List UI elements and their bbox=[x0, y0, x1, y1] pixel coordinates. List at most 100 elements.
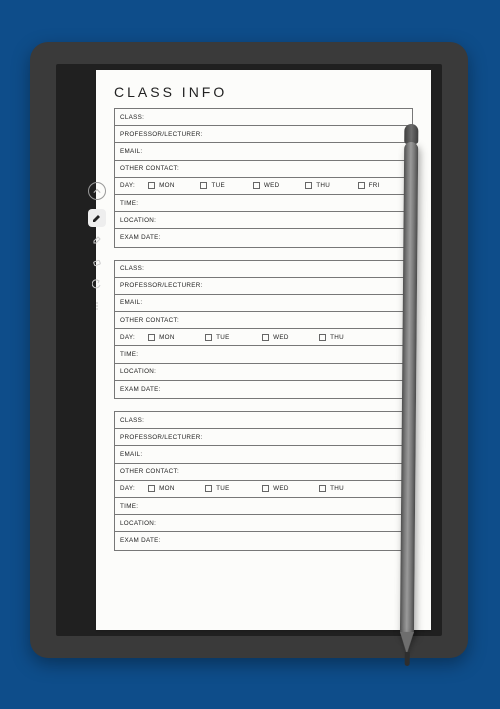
day-option-tue[interactable]: TUE bbox=[200, 182, 249, 189]
class-label: CLASS: bbox=[120, 417, 144, 424]
day-name: FRI bbox=[369, 182, 380, 189]
other_contact-label: OTHER CONTACT: bbox=[120, 165, 179, 172]
tablet-screen: CLASS INFO CLASS: PROFESSOR/LECTURER: EMAI… bbox=[56, 64, 442, 636]
email-label: EMAIL: bbox=[120, 148, 142, 155]
checkbox-icon bbox=[358, 182, 365, 189]
day-option-mon[interactable]: MON bbox=[148, 334, 202, 341]
time-row[interactable]: TIME: bbox=[115, 498, 412, 515]
toolbar-undo-button[interactable] bbox=[88, 275, 106, 293]
day-name: WED bbox=[264, 182, 280, 189]
day-name: MON bbox=[159, 182, 175, 189]
toolbar-more-button[interactable] bbox=[88, 297, 106, 315]
other_contact-row[interactable]: OTHER CONTACT: bbox=[115, 464, 412, 481]
class-label: CLASS: bbox=[120, 114, 144, 121]
location-row[interactable]: LOCATION: bbox=[115, 364, 412, 381]
day-label: DAY: bbox=[120, 485, 135, 492]
day-row: DAY: MON TUE WED THU FRI bbox=[115, 178, 412, 195]
other_contact-label: OTHER CONTACT: bbox=[120, 468, 179, 475]
time-label: TIME: bbox=[120, 503, 138, 510]
day-option-wed[interactable]: WED bbox=[262, 334, 316, 341]
email-row[interactable]: EMAIL: bbox=[115, 295, 412, 312]
time-label: TIME: bbox=[120, 351, 138, 358]
email-label: EMAIL: bbox=[120, 451, 142, 458]
exam_date-label: EXAM DATE: bbox=[120, 386, 161, 393]
class-row[interactable]: CLASS: bbox=[115, 109, 412, 126]
time-row[interactable]: TIME: bbox=[115, 195, 412, 212]
professor-row[interactable]: PROFESSOR/LECTURER: bbox=[115, 278, 412, 295]
more-vertical-icon bbox=[92, 301, 102, 311]
undo-icon bbox=[92, 279, 102, 289]
location-row[interactable]: LOCATION: bbox=[115, 515, 412, 532]
toolbar bbox=[87, 182, 107, 315]
toolbar-collapse-button[interactable] bbox=[88, 182, 106, 200]
checkbox-icon bbox=[262, 485, 269, 492]
day-option-thu[interactable]: THU bbox=[305, 182, 354, 189]
day-name: MON bbox=[159, 485, 175, 492]
checkbox-icon bbox=[253, 182, 260, 189]
professor-label: PROFESSOR/LECTURER: bbox=[120, 131, 203, 138]
professor-row[interactable]: PROFESSOR/LECTURER: bbox=[115, 429, 412, 446]
professor-row[interactable]: PROFESSOR/LECTURER: bbox=[115, 126, 412, 143]
checkbox-icon bbox=[305, 182, 312, 189]
checkbox-icon bbox=[262, 334, 269, 341]
eraser-icon bbox=[92, 257, 102, 267]
day-option-mon[interactable]: MON bbox=[148, 485, 202, 492]
day-row: DAY: MON TUE WED THU bbox=[115, 481, 412, 498]
other_contact-row[interactable]: OTHER CONTACT: bbox=[115, 312, 412, 329]
email-row[interactable]: EMAIL: bbox=[115, 446, 412, 463]
exam_date-row[interactable]: EXAM DATE: bbox=[115, 532, 412, 549]
document-page: CLASS INFO CLASS: PROFESSOR/LECTURER: EMAI… bbox=[96, 70, 431, 630]
checkbox-icon bbox=[148, 182, 155, 189]
day-name: TUE bbox=[216, 485, 230, 492]
day-option-mon[interactable]: MON bbox=[148, 182, 197, 189]
location-row[interactable]: LOCATION: bbox=[115, 212, 412, 229]
email-row[interactable]: EMAIL: bbox=[115, 143, 412, 160]
location-label: LOCATION: bbox=[120, 217, 156, 224]
stylus-tip bbox=[404, 652, 409, 666]
day-name: WED bbox=[273, 485, 289, 492]
stylus-cone bbox=[400, 632, 414, 654]
toolbar-pen-button[interactable] bbox=[88, 209, 106, 227]
professor-label: PROFESSOR/LECTURER: bbox=[120, 282, 203, 289]
location-label: LOCATION: bbox=[120, 368, 156, 375]
exam_date-label: EXAM DATE: bbox=[120, 234, 161, 241]
exam_date-row[interactable]: EXAM DATE: bbox=[115, 229, 412, 246]
toolbar-eraser-button[interactable] bbox=[88, 253, 106, 271]
day-name: THU bbox=[330, 485, 344, 492]
exam_date-label: EXAM DATE: bbox=[120, 537, 161, 544]
pen-icon bbox=[92, 213, 102, 223]
checkbox-icon bbox=[148, 485, 155, 492]
checkbox-icon bbox=[148, 334, 155, 341]
checkbox-icon bbox=[205, 485, 212, 492]
other_contact-label: OTHER CONTACT: bbox=[120, 317, 179, 324]
time-row[interactable]: TIME: bbox=[115, 346, 412, 363]
checkbox-icon bbox=[200, 182, 207, 189]
day-option-tue[interactable]: TUE bbox=[205, 485, 259, 492]
day-name: THU bbox=[330, 334, 344, 341]
checkbox-icon bbox=[319, 334, 326, 341]
day-name: MON bbox=[159, 334, 175, 341]
page-title: CLASS INFO bbox=[114, 84, 413, 100]
day-option-fri[interactable]: FRI bbox=[358, 182, 407, 189]
day-name: TUE bbox=[211, 182, 225, 189]
day-label: DAY: bbox=[120, 334, 135, 341]
day-option-wed[interactable]: WED bbox=[262, 485, 316, 492]
day-option-tue[interactable]: TUE bbox=[205, 334, 259, 341]
highlighter-icon bbox=[92, 235, 102, 245]
professor-label: PROFESSOR/LECTURER: bbox=[120, 434, 203, 441]
exam_date-row[interactable]: EXAM DATE: bbox=[115, 381, 412, 398]
other_contact-row[interactable]: OTHER CONTACT: bbox=[115, 161, 412, 178]
class-row[interactable]: CLASS: bbox=[115, 412, 412, 429]
day-option-thu[interactable]: THU bbox=[319, 485, 373, 492]
toolbar-highlighter-button[interactable] bbox=[88, 231, 106, 249]
class-label: CLASS: bbox=[120, 265, 144, 272]
day-option-thu[interactable]: THU bbox=[319, 334, 373, 341]
day-row: DAY: MON TUEWED THU bbox=[115, 329, 412, 346]
location-label: LOCATION: bbox=[120, 520, 156, 527]
class-info-block: CLASS: PROFESSOR/LECTURER: EMAIL: OTHER CON… bbox=[114, 260, 413, 400]
email-label: EMAIL: bbox=[120, 299, 142, 306]
day-option-wed[interactable]: WED bbox=[253, 182, 302, 189]
day-label: DAY: bbox=[120, 182, 135, 189]
time-label: TIME: bbox=[120, 200, 138, 207]
class-row[interactable]: CLASS: bbox=[115, 261, 412, 278]
